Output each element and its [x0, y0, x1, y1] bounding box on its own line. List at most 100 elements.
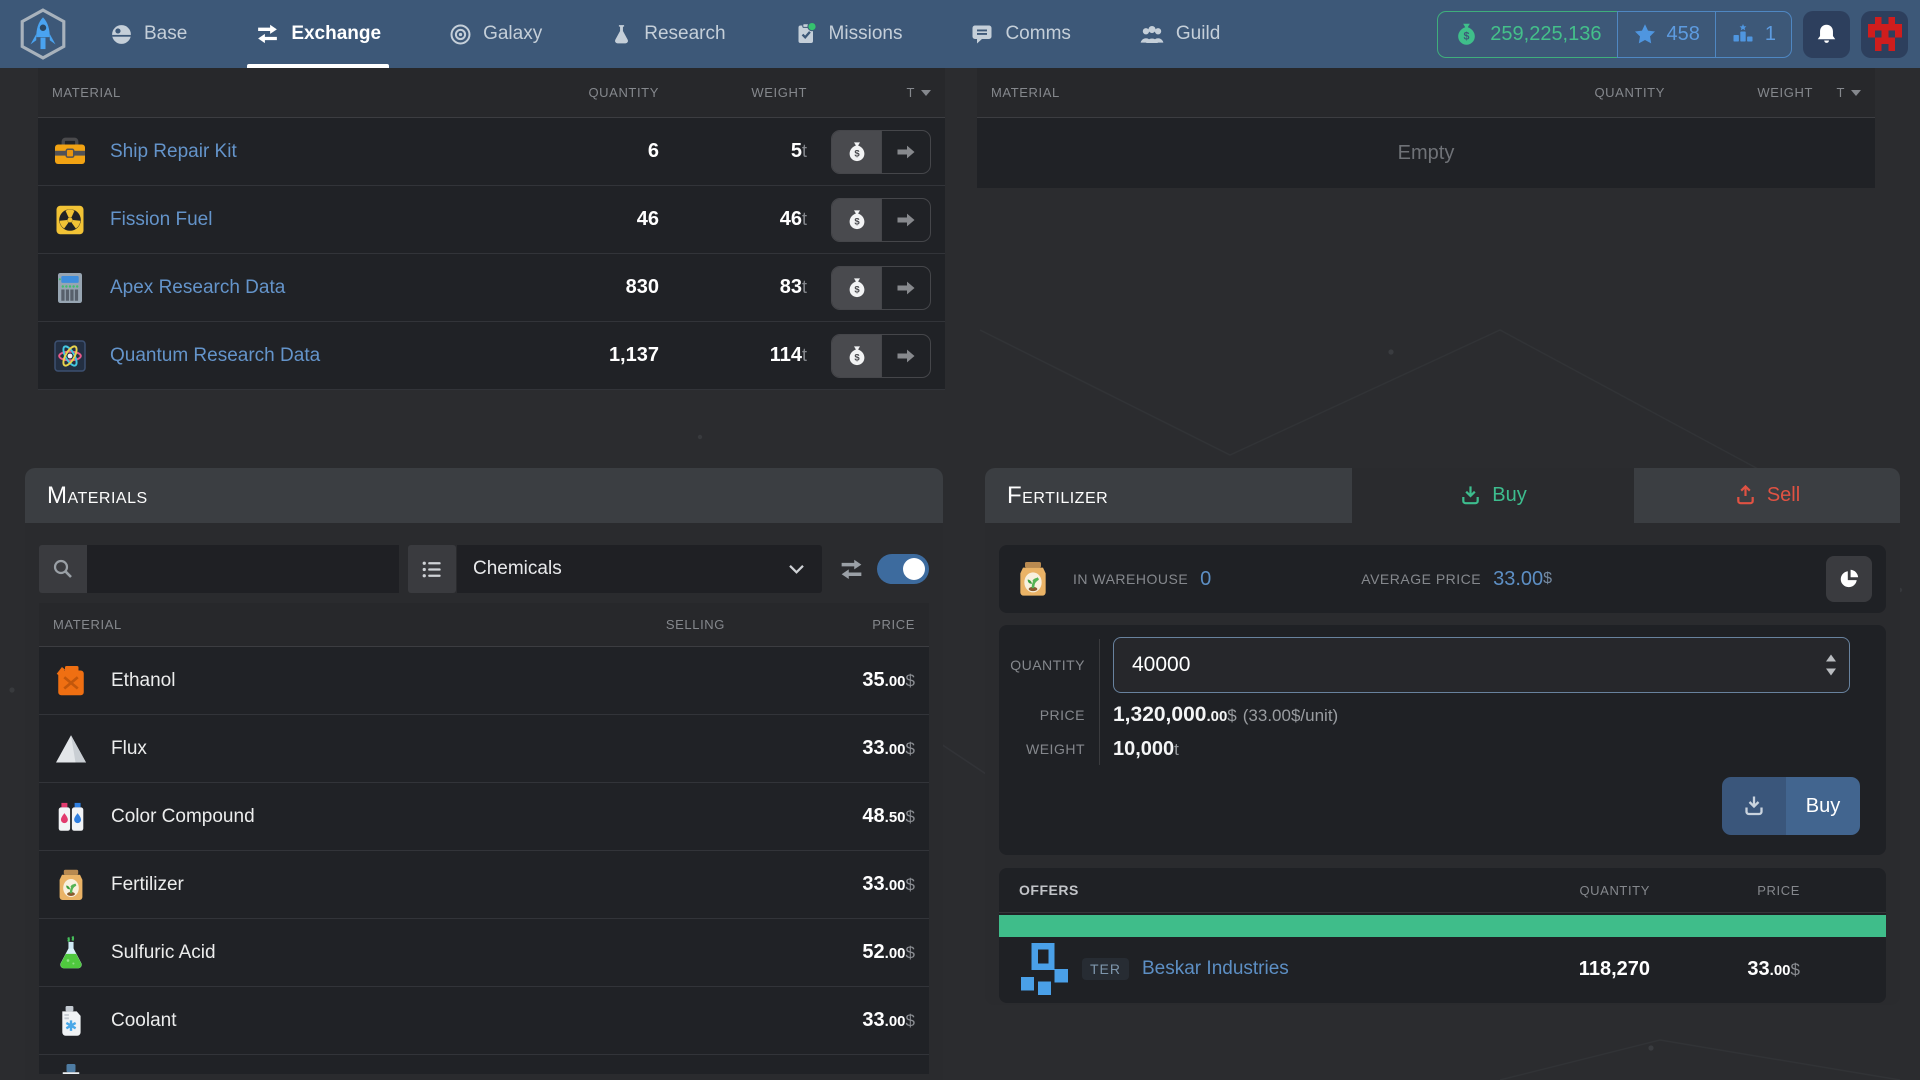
in-warehouse-label: In warehouse: [1073, 571, 1188, 587]
materials-table-header: Material Selling Price: [39, 603, 929, 647]
tab-label: Guild: [1176, 23, 1220, 45]
tab-comms[interactable]: Comms: [962, 0, 1078, 68]
tab-missions[interactable]: Missions: [786, 0, 911, 68]
table-row[interactable]: Color Compound 48.50$: [39, 783, 929, 851]
transfer-material-button[interactable]: [881, 199, 930, 241]
search-input[interactable]: [87, 545, 399, 593]
material-name: Color Compound: [111, 806, 255, 828]
guild-tag-badge: TER: [1082, 958, 1129, 980]
currency-symbol: $: [1227, 706, 1236, 725]
offers-header: Offers Quantity Price: [999, 868, 1886, 913]
table-row[interactable]: Quantum Research Data 1,137 114t $: [38, 322, 945, 390]
sell-material-button[interactable]: $: [832, 267, 881, 309]
material-name: Fertilizer: [111, 874, 184, 896]
quantity-value: 46: [509, 208, 659, 231]
table-row[interactable]: Apex Research Data 830 83t $: [38, 254, 945, 322]
missions-clipboard-icon: [794, 22, 818, 46]
material-name: Flux: [111, 738, 147, 760]
credits-badge[interactable]: $ 259,225,136: [1437, 11, 1617, 58]
price-value: 33: [862, 737, 884, 759]
table-row[interactable]: Ship Repair Kit 6 5t $: [38, 118, 945, 186]
trade-panel-header: Fertilizer Buy Sell: [985, 468, 1900, 523]
money-bag-icon: $: [845, 208, 869, 232]
buy-sell-toggle[interactable]: [877, 554, 929, 584]
player-stats-group: $ 259,225,136 458: [1437, 11, 1792, 58]
tab-guild[interactable]: Guild: [1131, 0, 1228, 68]
tab-galaxy[interactable]: Galaxy: [441, 0, 550, 68]
price-chart-button[interactable]: [1826, 556, 1872, 602]
weight-label: Weight: [999, 741, 1085, 757]
material-name-link[interactable]: Quantum Research Data: [110, 345, 320, 367]
pixel-avatar-icon: [1868, 17, 1902, 51]
tab-exchange[interactable]: Exchange: [247, 0, 389, 68]
material-name: Coolant: [111, 1010, 177, 1032]
tab-label: Exchange: [291, 23, 381, 45]
category-select[interactable]: Chemicals: [457, 545, 822, 593]
sell-material-button[interactable]: $: [832, 199, 881, 241]
tab-buy[interactable]: Buy: [1352, 468, 1634, 523]
coolant-jug-icon: [53, 1003, 89, 1039]
table-row[interactable]: Ethanol 35.00$: [39, 647, 929, 715]
table-row[interactable]: Coolant 33.00$: [39, 987, 929, 1055]
row-action-group: $: [831, 198, 931, 242]
sort-selector[interactable]: T: [807, 85, 931, 100]
panel-title: Fertilizer: [1007, 482, 1108, 510]
transfer-material-button[interactable]: [881, 131, 930, 173]
stepper-up-icon[interactable]: [1826, 655, 1836, 662]
chevron-down-icon: [787, 563, 806, 576]
market-materials-table: Material Selling Price Ethanol 35.00$: [39, 603, 929, 1074]
app-logo[interactable]: [12, 0, 74, 68]
price-value: 35: [862, 669, 884, 691]
credits-value: 259,225,136: [1490, 23, 1601, 46]
panel-title: Materials: [47, 482, 148, 510]
profile-avatar-button[interactable]: [1861, 11, 1908, 58]
buy-button-label: Buy: [1786, 777, 1860, 835]
arrow-right-icon: [894, 141, 918, 163]
table-row[interactable]: Fertilizer 33.00$: [39, 851, 929, 919]
nav-status-cluster: $ 259,225,136 458: [1437, 0, 1908, 68]
money-bag-icon: $: [1453, 21, 1480, 48]
bell-icon: [1814, 22, 1839, 47]
stepper-down-icon[interactable]: [1826, 669, 1836, 676]
quantity-input[interactable]: [1113, 637, 1850, 693]
total-weight-value: 10,000: [1113, 738, 1174, 760]
svg-text:$: $: [854, 284, 860, 295]
sell-material-button[interactable]: $: [832, 335, 881, 377]
price-decimals: .00: [885, 741, 906, 758]
material-name-link[interactable]: Apex Research Data: [110, 277, 285, 299]
sell-material-button[interactable]: $: [832, 131, 881, 173]
tab-base[interactable]: Base: [102, 0, 195, 68]
offer-row[interactable]: TER Beskar Industries 118,270 33.00$: [999, 937, 1886, 1001]
sort-selector[interactable]: T: [1813, 85, 1861, 100]
tab-research[interactable]: Research: [602, 0, 733, 68]
fertilizer-bag-icon: [1013, 559, 1053, 599]
table-row[interactable]: Sulfuric Acid 52.00$: [39, 919, 929, 987]
trade-panel: Fertilizer Buy Sell: [985, 468, 1900, 1005]
quantity-stepper[interactable]: [1826, 655, 1836, 676]
material-name-link[interactable]: Ship Repair Kit: [110, 141, 237, 163]
transfer-material-button[interactable]: [881, 335, 930, 377]
material-name-link[interactable]: Fission Fuel: [110, 209, 212, 231]
reputation-badge[interactable]: 458: [1617, 11, 1716, 58]
top-nav-bar: Base Exchange Galaxy: [0, 0, 1920, 68]
currency-symbol: $: [906, 807, 915, 826]
column-material: Material: [53, 617, 565, 632]
column-weight: Weight: [1665, 85, 1813, 100]
table-row[interactable]: Fission Fuel 46 46t $: [38, 186, 945, 254]
table-row[interactable]: Flux 33.00$: [39, 715, 929, 783]
price-value: 48: [862, 805, 884, 827]
tab-label: Base: [144, 23, 187, 45]
server-data-icon: [52, 270, 88, 306]
list-view-button[interactable]: [408, 545, 456, 593]
notifications-button[interactable]: [1803, 11, 1850, 58]
seller-name-link[interactable]: Beskar Industries: [1142, 958, 1289, 980]
buy-button[interactable]: Buy: [1722, 777, 1860, 835]
table-row-partial[interactable]: [39, 1055, 929, 1074]
download-icon: [1722, 777, 1786, 835]
rank-badge[interactable]: 1: [1716, 11, 1792, 58]
tab-sell[interactable]: Sell: [1634, 468, 1900, 523]
quantity-label: Quantity: [999, 657, 1085, 673]
transfer-material-button[interactable]: [881, 267, 930, 309]
money-bag-icon: $: [845, 344, 869, 368]
svg-text:$: $: [854, 148, 860, 159]
